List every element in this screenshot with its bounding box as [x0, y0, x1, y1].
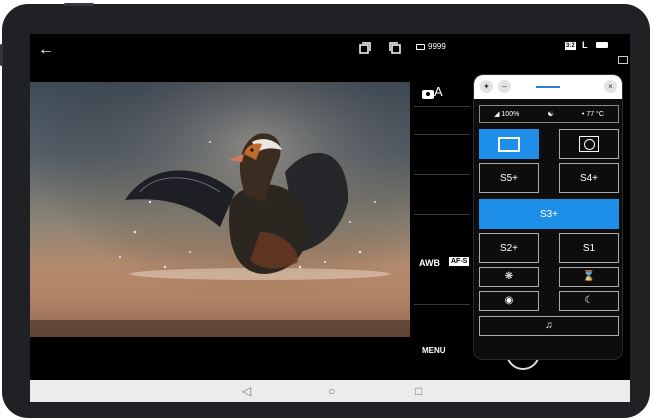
square-frame-button[interactable] [479, 129, 539, 159]
signal-status: ◢ 100% [494, 111, 520, 118]
preset-s5-button[interactable]: S5+ [479, 163, 539, 193]
app-screen: ← 9999 3:2 L A AWB AF-S MENU ✦ – × ◢ 100… [30, 34, 630, 402]
top-bar: ← 9999 3:2 L [30, 34, 630, 74]
shooting-mode[interactable]: A [422, 84, 443, 99]
divider [414, 106, 470, 107]
hourglass-button[interactable]: ⌛ [559, 267, 619, 287]
preset-s3-button[interactable]: S3+ [479, 199, 619, 229]
preset-s2-button[interactable]: S2+ [479, 233, 539, 263]
hourglass-icon: ⌛ [582, 271, 596, 282]
night-mode-button[interactable]: ☾ [559, 291, 619, 311]
moon-icon: ☾ [584, 295, 594, 306]
rotate-right-icon[interactable] [387, 40, 403, 56]
preset-s1-button[interactable]: S1 [559, 233, 619, 263]
divider [414, 214, 470, 215]
memory-card-icon [416, 43, 425, 50]
status-bar: ◢ 100% ☯ • 77 °C [479, 105, 619, 123]
close-icon[interactable]: × [604, 80, 617, 93]
panel-header: ✦ – × [474, 75, 622, 99]
temperature-value: 77 °C [586, 110, 604, 118]
system-nav-bar: ◁ ○ □ [30, 380, 630, 402]
menu-button[interactable]: MENU [422, 346, 446, 355]
music-icon: ♫ [545, 320, 553, 331]
sound-button[interactable]: ♫ [479, 316, 619, 336]
nav-recents-icon[interactable]: □ [415, 383, 422, 399]
shots-count: 9999 [428, 42, 446, 51]
tablet-frame: ← 9999 3:2 L A AWB AF-S MENU ✦ – × ◢ 100… [0, 3, 650, 418]
circle-frame-button[interactable] [559, 129, 619, 159]
camera-timer-icon: ◉ [504, 295, 514, 306]
divider [414, 304, 470, 305]
circle-frame-icon [579, 136, 599, 152]
volume-button [0, 44, 3, 66]
back-arrow-icon[interactable]: ← [38, 40, 54, 60]
controller-icon: ☯ [547, 111, 554, 118]
aspect-ratio-badge: 3:2 [565, 42, 576, 50]
drag-handle[interactable] [536, 86, 560, 88]
pin-icon[interactable]: ✦ [480, 80, 493, 93]
power-button [64, 3, 94, 6]
shooting-mode-sub: A [434, 84, 443, 99]
divider [414, 174, 470, 175]
camera-mode-icon [422, 90, 434, 99]
fan-button[interactable]: ❋ [479, 267, 539, 287]
nav-back-icon[interactable]: ◁ [242, 383, 251, 399]
duck-image [30, 82, 410, 337]
white-balance-label[interactable]: AWB [419, 258, 440, 268]
live-view-photo [30, 82, 410, 337]
focus-mode-badge[interactable]: AF-S [449, 257, 470, 266]
battery-icon [596, 42, 608, 48]
temperature-status: • 77 °C [581, 110, 604, 118]
square-frame-icon [498, 136, 520, 152]
divider [414, 134, 470, 135]
shots-remaining: 9999 [416, 42, 446, 51]
control-panel: ✦ – × ◢ 100% ☯ • 77 °C S5+ S4+ S3+ S2+ S… [473, 74, 623, 360]
camera-connect-icon[interactable] [618, 56, 628, 64]
fan-icon: ❋ [504, 271, 514, 282]
rotate-left-icon[interactable] [357, 40, 373, 56]
camera-timer-button[interactable]: ◉ [479, 291, 539, 311]
preset-s4-button[interactable]: S4+ [559, 163, 619, 193]
image-size: L [582, 40, 588, 50]
battery-level: 100% [501, 111, 520, 118]
nav-home-icon[interactable]: ○ [328, 383, 335, 399]
minimize-icon[interactable]: – [498, 80, 511, 93]
